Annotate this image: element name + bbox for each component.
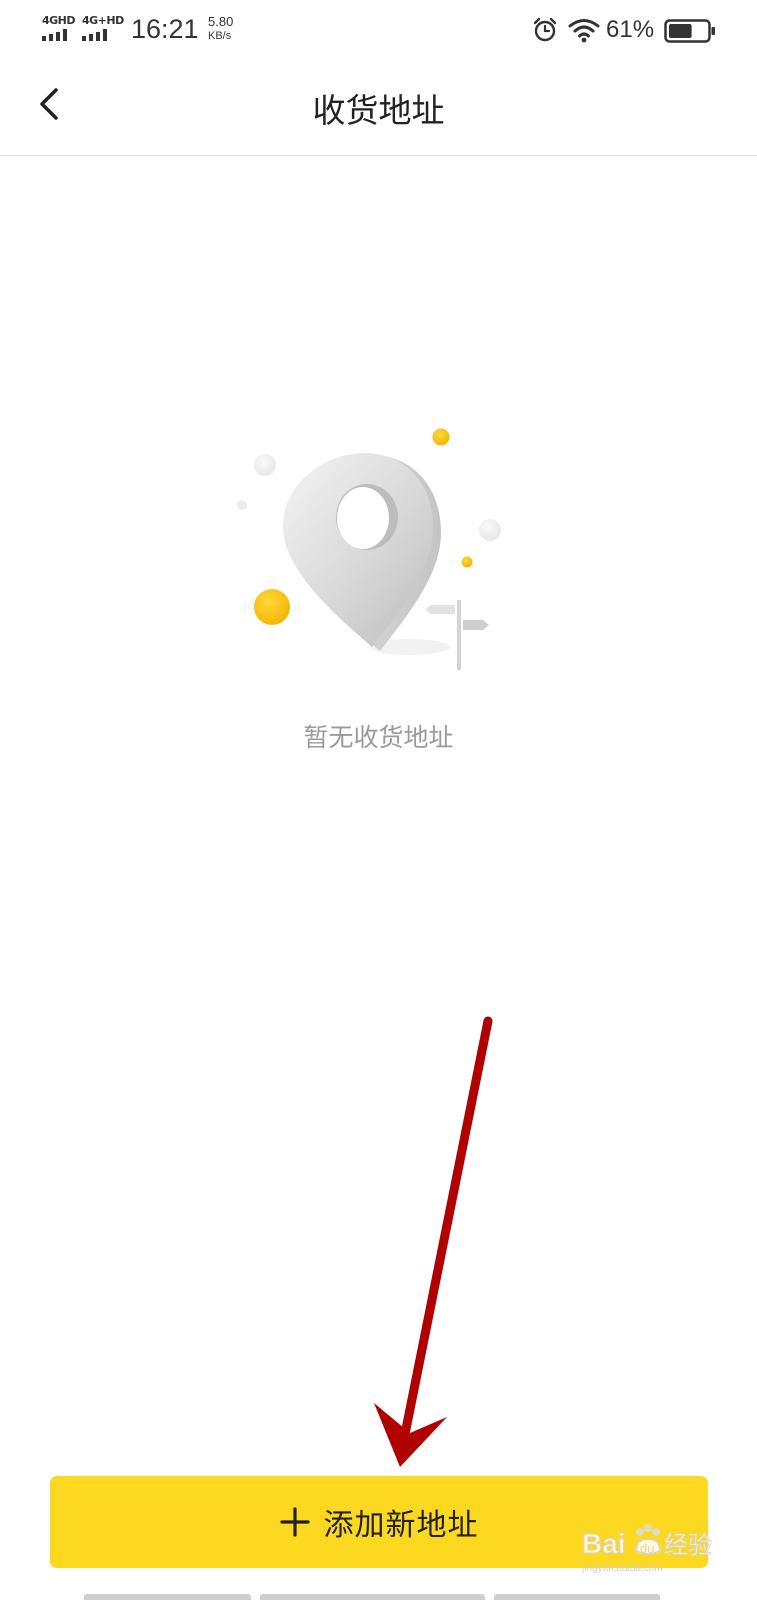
- battery-icon: [664, 19, 715, 43]
- gesture-bar-center[interactable]: [260, 1594, 485, 1600]
- gesture-bar-left[interactable]: [84, 1594, 251, 1600]
- status-bar: 4GHD 4G+HD 16:21 5.80 KB/s 61%: [0, 0, 757, 60]
- header-bar: 收货地址: [0, 60, 757, 156]
- annotation-arrow-icon: [374, 1016, 493, 1467]
- wifi-icon: [568, 19, 600, 43]
- network-speed: 5.80 KB/s: [208, 15, 233, 43]
- add-button-label: 添加新地址: [323, 1508, 479, 1543]
- add-new-address-button[interactable]: 添加新地址: [50, 1476, 708, 1568]
- clock: 16:21: [131, 14, 199, 44]
- location-pin-illustration: [237, 428, 501, 670]
- speed-value: 5.80: [208, 14, 234, 29]
- signal-bars-icon: [42, 29, 74, 41]
- page-title: 收货地址: [312, 91, 445, 130]
- speed-unit: KB/s: [208, 30, 232, 42]
- network-type-2: 4G+HD: [82, 14, 124, 27]
- battery-percentage: 61%: [606, 16, 655, 43]
- alarm-icon: [533, 17, 557, 42]
- network-type-1: 4GHD: [42, 14, 76, 27]
- empty-state-message: 暂无收货地址: [303, 723, 454, 752]
- signal-bars-icon: [82, 29, 114, 41]
- gesture-bar-right[interactable]: [494, 1594, 660, 1600]
- plus-icon: [279, 1507, 310, 1537]
